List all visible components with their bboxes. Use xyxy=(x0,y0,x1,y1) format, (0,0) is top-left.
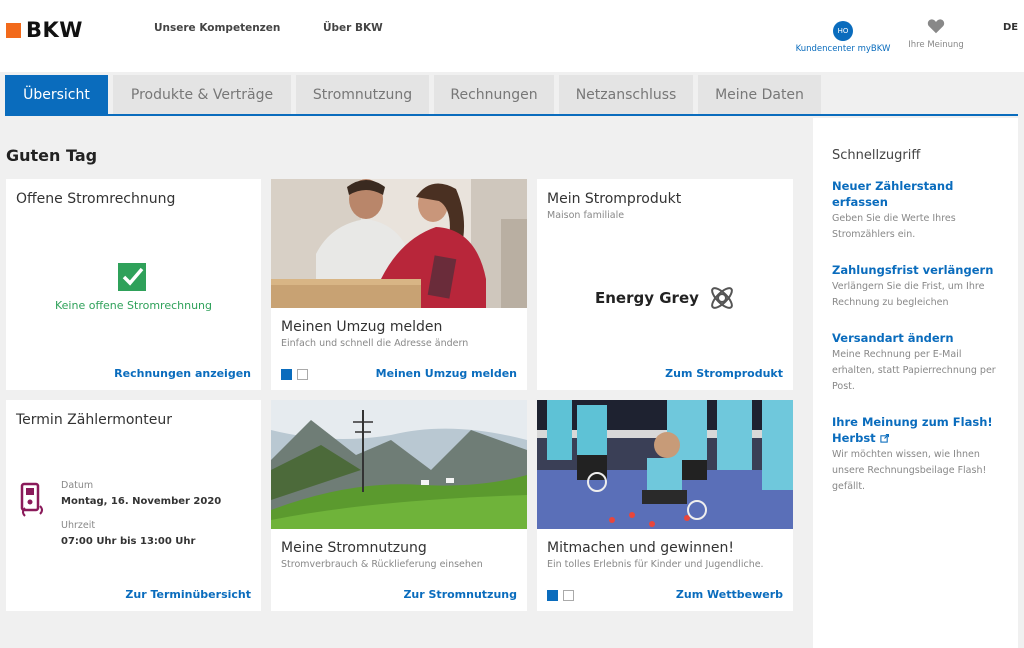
card-appointment: Termin Zählermonteur Datum Montag, 16. N… xyxy=(6,400,261,611)
header: BKW Unsere Kompetenzen Über BKW HO Kunde… xyxy=(0,0,1024,72)
card-subtitle: Stromverbrauch & Rücklieferung einsehen xyxy=(281,559,483,570)
contest-link[interactable]: Zum Wettbewerb xyxy=(676,588,783,601)
sidebar-title: Schnellzugriff xyxy=(832,148,921,163)
card-text: Mein Stromprodukt Maison familiale xyxy=(547,191,681,221)
sidebar-link[interactable]: Neuer Zählerstand erfassen xyxy=(832,178,1007,210)
heart-icon xyxy=(927,19,945,34)
card-title: Meine Stromnutzung xyxy=(281,540,427,556)
time-value: 07:00 Uhr bis 13:00 Uhr xyxy=(61,536,196,547)
sidebar-item-meter-reading: Neuer Zählerstand erfassen Geben Sie die… xyxy=(832,178,1007,243)
card-power-usage: Meine Stromnutzung Stromverbrauch & Rück… xyxy=(271,400,527,611)
show-bills-link[interactable]: Rechnungen anzeigen xyxy=(114,367,251,380)
bill-status: Keine offene Stromrechnung xyxy=(54,299,213,312)
power-usage-link[interactable]: Zur Stromnutzung xyxy=(403,588,517,601)
feedback-label: Ihre Meinung xyxy=(908,40,964,50)
card-contest: Mitmachen und gewinnen! Ein tolles Erleb… xyxy=(537,400,793,611)
carousel-dot-1[interactable] xyxy=(547,590,558,601)
logo-text: BKW xyxy=(26,18,83,42)
tab-netzanschluss[interactable]: Netzanschluss xyxy=(559,75,693,115)
date-value: Montag, 16. November 2020 xyxy=(61,496,222,507)
carousel-dot-2[interactable] xyxy=(297,369,308,380)
sidebar-desc: Meine Rechnung per E-Mail erhalten, stat… xyxy=(832,349,996,392)
date-label: Datum xyxy=(61,480,94,491)
sidebar-link-text: Ihre Meinung zum Flash! Herbst xyxy=(832,415,993,445)
sidebar-desc: Geben Sie die Werte Ihres Stromzählers e… xyxy=(832,213,956,240)
user-avatar: HO xyxy=(833,21,853,41)
tab-underline xyxy=(5,114,1018,116)
tab-meine-daten[interactable]: Meine Daten xyxy=(698,75,821,115)
card-text: Meinen Umzug melden Einfach und schnell … xyxy=(281,319,468,349)
card-subtitle: Maison familiale xyxy=(547,210,625,221)
greeting-heading: Guten Tag xyxy=(6,146,98,165)
checkmark-icon xyxy=(118,263,146,291)
logo-square xyxy=(6,22,21,38)
kundencenter-button[interactable]: HO Kundencenter myBKW xyxy=(790,18,896,54)
quick-access-sidebar: Schnellzugriff Neuer Zählerstand erfasse… xyxy=(813,118,1018,648)
sidebar-desc: Verlängern Sie die Frist, um Ihre Rechnu… xyxy=(832,281,985,308)
appointment-overview-link[interactable]: Zur Terminübersicht xyxy=(125,588,251,601)
nav-ueber-bkw[interactable]: Über BKW xyxy=(323,22,383,34)
sidebar-item-payment-deadline: Zahlungsfrist verlängern Verlängern Sie … xyxy=(832,262,1007,311)
card-open-bill: Offene Stromrechnung Keine offene Stromr… xyxy=(6,179,261,390)
card-text: Meine Stromnutzung Stromverbrauch & Rück… xyxy=(281,540,483,570)
carousel-dot-1[interactable] xyxy=(281,369,292,380)
card-subtitle: Ein tolles Erlebnis für Kinder und Jugen… xyxy=(547,559,764,570)
atom-icon xyxy=(711,287,733,309)
feedback-button[interactable]: Ihre Meinung xyxy=(900,18,972,50)
tab-produkte-vertraege[interactable]: Produkte & Verträge xyxy=(113,75,291,115)
card-subtitle: Einfach und schnell die Adresse ändern xyxy=(281,338,469,349)
product-name: Energy Grey xyxy=(595,289,699,307)
language-selector[interactable]: DE xyxy=(1003,22,1018,33)
card-title: Mitmachen und gewinnen! xyxy=(547,540,734,556)
card-text: Mitmachen und gewinnen! Ein tolles Erleb… xyxy=(547,540,764,570)
sidebar-item-delivery-method: Versandart ändern Meine Rechnung per E-M… xyxy=(832,330,1007,395)
floorball-kids-image xyxy=(537,400,793,529)
tab-rechnungen[interactable]: Rechnungen xyxy=(434,75,554,115)
tab-stromnutzung[interactable]: Stromnutzung xyxy=(296,75,429,115)
meter-icon xyxy=(20,482,43,517)
card-power-product: Mein Stromprodukt Maison familiale Energ… xyxy=(537,179,793,390)
external-link-icon xyxy=(880,434,889,443)
report-move-link[interactable]: Meinen Umzug melden xyxy=(376,367,517,380)
carousel-dots xyxy=(281,369,313,380)
sidebar-link[interactable]: Ihre Meinung zum Flash! Herbst xyxy=(832,414,1007,446)
landscape-image xyxy=(271,400,527,529)
sidebar-link[interactable]: Zahlungsfrist verlängern xyxy=(832,262,1007,278)
card-title: Termin Zählermonteur xyxy=(16,412,173,428)
moving-couple-image xyxy=(271,179,527,308)
card-title: Meinen Umzug melden xyxy=(281,319,443,335)
kundencenter-label: Kundencenter myBKW xyxy=(795,44,891,54)
card-move: Meinen Umzug melden Einfach und schnell … xyxy=(271,179,527,390)
sidebar-item-flash-feedback: Ihre Meinung zum Flash! Herbst Wir möcht… xyxy=(832,414,1007,495)
carousel-dot-2[interactable] xyxy=(563,590,574,601)
card-title: Offene Stromrechnung xyxy=(16,191,176,207)
product-logo: Energy Grey xyxy=(595,283,737,313)
time-label: Uhrzeit xyxy=(61,520,96,531)
tab-uebersicht[interactable]: Übersicht xyxy=(5,75,108,115)
sidebar-desc: Wir möchten wissen, wie Ihnen unsere Rec… xyxy=(832,449,987,492)
main-tabs: Übersicht Produkte & Verträge Stromnutzu… xyxy=(5,75,826,115)
nav-unsere-kompetenzen[interactable]: Unsere Kompetenzen xyxy=(154,22,280,34)
sidebar-link[interactable]: Versandart ändern xyxy=(832,330,1007,346)
card-title: Mein Stromprodukt xyxy=(547,191,682,207)
power-product-link[interactable]: Zum Stromprodukt xyxy=(665,367,783,380)
bkw-logo[interactable]: BKW xyxy=(6,18,83,42)
carousel-dots xyxy=(547,590,579,601)
